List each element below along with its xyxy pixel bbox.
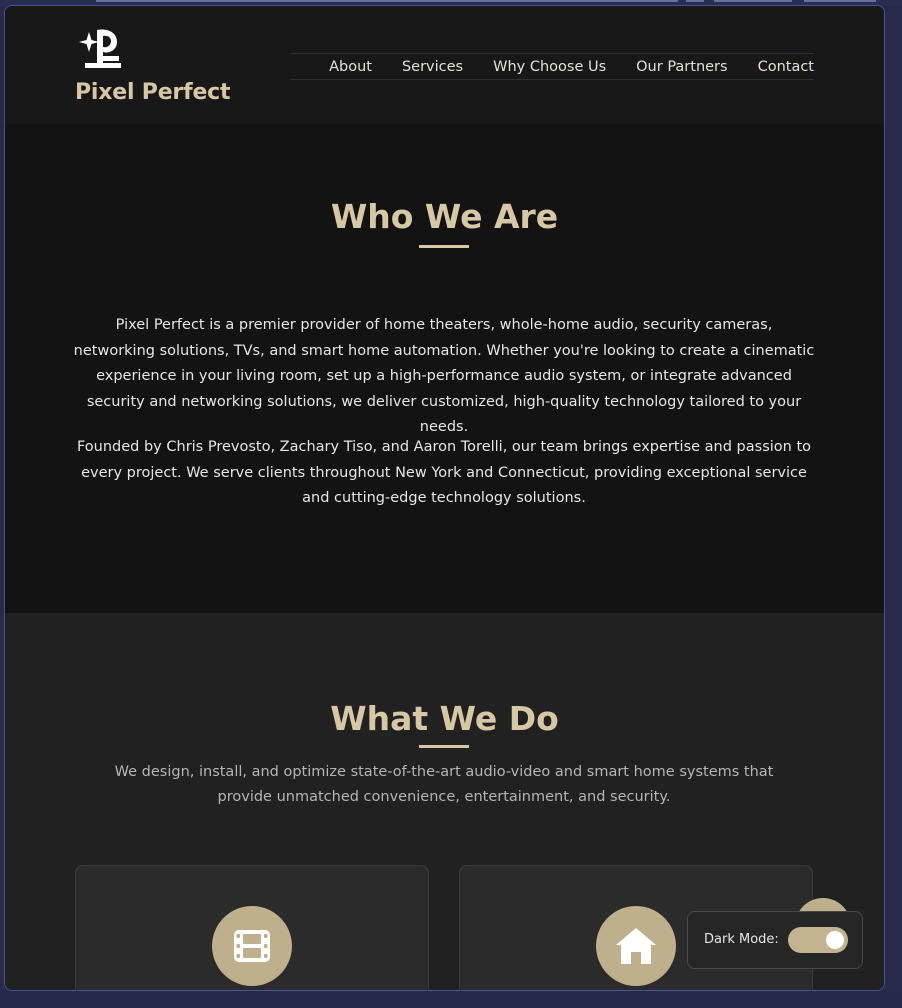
service-card[interactable] [75,865,429,990]
page-frame: Pixel Perfect About Services Why Choose … [4,5,885,991]
what-we-do-subtitle: We design, install, and optimize state-o… [114,764,774,805]
switch-knob [826,931,844,949]
home-icon [616,928,656,964]
who-we-are-section: Who We Are Pixel Perfect is a premier pr… [5,124,884,613]
site-header: Pixel Perfect About Services Why Choose … [5,6,884,124]
film-icon [234,930,270,962]
brand-name[interactable]: Pixel Perfect [75,80,231,105]
browser-bottom-bar [0,993,902,1008]
dark-mode-label: Dark Mode: [704,932,779,947]
main-nav: About Services Why Choose Us Our Partner… [291,53,814,80]
nav-item-services[interactable]: Services [402,59,463,75]
nav-item-about[interactable]: About [329,59,372,75]
founders-paragraph: Founded by Chris Prevosto, Zachary Tiso,… [76,439,812,507]
dark-mode-switch[interactable] [788,927,848,953]
nav-item-why-choose-us[interactable]: Why Choose Us [493,59,606,75]
home-icon-circle [596,906,676,986]
title-underline [419,745,469,748]
dark-mode-toggle-panel: Dark Mode: [687,911,863,969]
pixel-perfect-logo-icon[interactable] [79,26,123,70]
nav-item-contact[interactable]: Contact [758,59,814,75]
about-paragraph: Pixel Perfect is a premier provider of h… [73,317,815,436]
what-we-do-title: What We Do [330,699,559,738]
film-icon-circle [212,906,292,986]
nav-item-our-partners[interactable]: Our Partners [636,59,727,75]
title-underline [419,245,469,248]
who-we-are-title: Who We Are [330,197,559,236]
